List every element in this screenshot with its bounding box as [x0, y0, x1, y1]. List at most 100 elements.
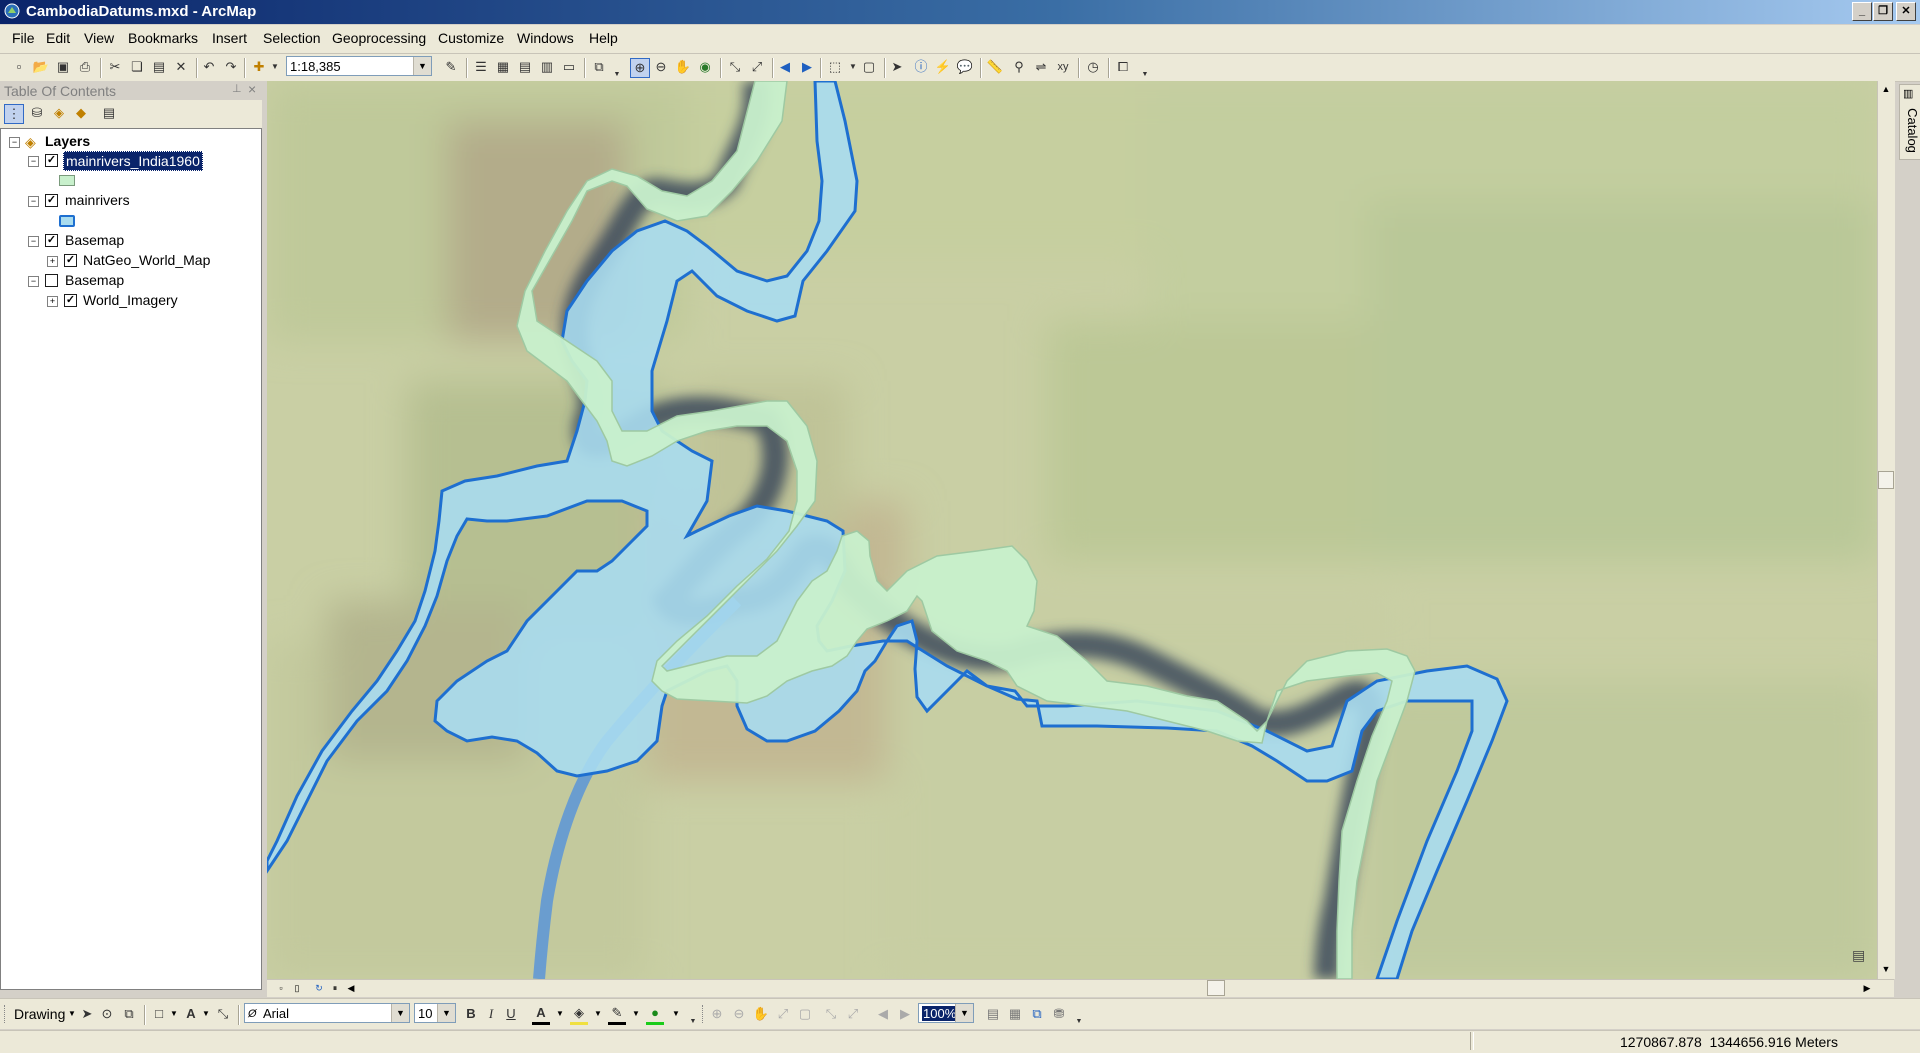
html-popup-icon[interactable]: 💬: [956, 58, 974, 76]
layout-zoom-in-icon[interactable]: ⊕: [708, 1005, 726, 1023]
collapse-layer-icon[interactable]: −: [28, 236, 39, 247]
select-elements-arrow-icon[interactable]: ➤: [888, 58, 906, 76]
map-canvas[interactable]: ▤: [267, 81, 1877, 979]
table-of-contents-icon[interactable]: ☰: [472, 58, 490, 76]
rectangle-tool-icon[interactable]: □: [150, 1005, 168, 1023]
create-viewer-window-icon[interactable]: ⧠: [1114, 58, 1132, 76]
menu-insert[interactable]: Insert: [212, 30, 247, 46]
chevron-down-icon[interactable]: ▼: [437, 1004, 455, 1022]
font-name-combo[interactable]: Ø Arial ▼: [244, 1003, 410, 1023]
layer-symbol-swatch[interactable]: [59, 175, 75, 186]
model-builder-icon[interactable]: ⧉: [590, 58, 608, 76]
chevron-down-icon[interactable]: ▼: [672, 1009, 680, 1018]
identify-icon[interactable]: ⓘ: [912, 58, 930, 76]
open-folder-icon[interactable]: 📂: [32, 58, 50, 76]
line-color-icon[interactable]: ✎: [608, 1004, 626, 1025]
python-window-icon[interactable]: ▭: [560, 58, 578, 76]
pause-drawing-icon[interactable]: ⏸: [327, 980, 343, 996]
menu-geoprocessing[interactable]: Geoprocessing: [332, 30, 426, 46]
menu-edit[interactable]: Edit: [46, 30, 70, 46]
scroll-right-arrow-icon[interactable]: ▶: [1859, 980, 1875, 996]
menu-bookmarks[interactable]: Bookmarks: [128, 30, 198, 46]
fixed-zoom-out-icon[interactable]: ⤢: [748, 58, 766, 76]
map-vertical-scrollbar[interactable]: ▲ ▼: [1877, 81, 1895, 979]
sublayer-name-natgeo[interactable]: NatGeo_World_Map: [83, 251, 210, 269]
collapse-layer-icon[interactable]: −: [28, 276, 39, 287]
new-document-icon[interactable]: ▫: [10, 58, 28, 76]
pan-hand-icon[interactable]: ✋: [674, 58, 692, 76]
chevron-down-icon[interactable]: ▼: [170, 1009, 178, 1018]
layer-name-mainrivers[interactable]: mainrivers: [65, 191, 130, 209]
time-slider-icon[interactable]: ◷: [1084, 58, 1102, 76]
drawing-menu[interactable]: Drawing: [14, 1006, 65, 1022]
measure-icon[interactable]: 📏: [986, 58, 1004, 76]
save-icon[interactable]: ▣: [54, 58, 72, 76]
map-tips-icon[interactable]: ▤: [1852, 947, 1865, 964]
layer-name-mainrivers-india1960[interactable]: mainrivers_India1960: [63, 151, 203, 171]
redo-icon[interactable]: ↷: [222, 58, 240, 76]
pin-icon[interactable]: ⊥: [232, 82, 242, 95]
go-to-xy-icon[interactable]: xy: [1054, 58, 1072, 76]
cut-icon[interactable]: ✂: [106, 58, 124, 76]
menu-selection[interactable]: Selection: [263, 30, 321, 46]
layer-name-basemap[interactable]: Basemap: [65, 231, 124, 249]
back-arrow-icon[interactable]: ◀: [776, 58, 794, 76]
list-by-source-icon[interactable]: ⛁: [28, 104, 46, 122]
editor-toolbar-icon[interactable]: ✎: [442, 58, 460, 76]
layout-zoom-out-icon[interactable]: ⊖: [730, 1005, 748, 1023]
collapse-layer-icon[interactable]: −: [28, 156, 39, 167]
font-size-combo[interactable]: 10 ▼: [414, 1003, 456, 1023]
close-button[interactable]: ✕: [1896, 2, 1916, 21]
arctoolbox-icon[interactable]: ▥: [538, 58, 556, 76]
find-binoculars-icon[interactable]: ⚲: [1010, 58, 1028, 76]
bold-button[interactable]: B: [462, 1005, 480, 1023]
scroll-left-arrow-icon[interactable]: ◀: [343, 980, 359, 996]
zoom-to-elements-icon[interactable]: ⧉: [120, 1005, 138, 1023]
chevron-down-icon[interactable]: ▼: [556, 1009, 564, 1018]
map-horizontal-scrollbar[interactable]: ▫ ▯ ↻ ⏸ ◀ ▶: [267, 979, 1894, 997]
edit-vertices-icon[interactable]: ⤡: [214, 1005, 232, 1023]
chevron-down-icon[interactable]: ▼: [632, 1009, 640, 1018]
toolbar-overflow-icon[interactable]: ▼: [684, 1013, 702, 1031]
forward-arrow-icon[interactable]: ▶: [798, 58, 816, 76]
copy-icon[interactable]: ❏: [128, 58, 146, 76]
list-by-selection-icon[interactable]: ◆: [72, 104, 90, 122]
collapse-layer-icon[interactable]: −: [28, 196, 39, 207]
zoom-100-percent-icon[interactable]: ▢: [796, 1005, 814, 1023]
hyperlink-icon[interactable]: ⚡: [934, 58, 952, 76]
sublayer-visibility-checkbox[interactable]: ✓: [64, 254, 77, 267]
menu-help[interactable]: Help: [589, 30, 618, 46]
scroll-down-arrow-icon[interactable]: ▼: [1878, 961, 1894, 977]
toolbar-overflow-icon[interactable]: ▼: [1070, 1013, 1088, 1031]
zoom-out-icon[interactable]: ⊖: [652, 58, 670, 76]
fill-color-icon[interactable]: ◈: [570, 1004, 588, 1025]
go-forward-extent-icon[interactable]: ▶: [896, 1005, 914, 1023]
italic-button[interactable]: I: [482, 1005, 500, 1023]
select-elements-arrow-icon[interactable]: ➤: [78, 1005, 96, 1023]
layer-visibility-checkbox[interactable]: ✓: [45, 234, 58, 247]
clear-selection-icon[interactable]: ▢: [860, 58, 878, 76]
find-route-icon[interactable]: ⇌: [1032, 58, 1050, 76]
full-extent-globe-icon[interactable]: ◉: [696, 58, 714, 76]
list-by-drawing-order-icon[interactable]: ⋮: [4, 104, 24, 124]
fixed-zoom-out-layout-icon[interactable]: ⤢: [844, 1005, 862, 1023]
search-window-icon[interactable]: ▤: [516, 58, 534, 76]
layer-visibility-checkbox[interactable]: ✓: [45, 154, 58, 167]
catalog-window-icon[interactable]: ▦: [494, 58, 512, 76]
change-layout-icon[interactable]: ⧉: [1028, 1005, 1046, 1023]
menu-file[interactable]: File: [12, 30, 35, 46]
chevron-down-icon[interactable]: ▼: [266, 58, 284, 76]
undo-icon[interactable]: ↶: [200, 58, 218, 76]
scroll-up-arrow-icon[interactable]: ▲: [1878, 81, 1894, 97]
data-driven-pages-icon[interactable]: ⛃: [1050, 1005, 1068, 1023]
list-by-visibility-icon[interactable]: ◈: [50, 104, 68, 122]
layout-zoom-combo[interactable]: 100% ▼: [918, 1003, 974, 1023]
layers-root-label[interactable]: Layers: [45, 132, 90, 150]
options-icon[interactable]: ▤: [100, 104, 118, 122]
close-icon[interactable]: ×: [248, 81, 256, 97]
underline-button[interactable]: U: [502, 1005, 520, 1023]
layer-name-basemap[interactable]: Basemap: [65, 271, 124, 289]
sublayer-visibility-checkbox[interactable]: ✓: [64, 294, 77, 307]
marker-color-icon[interactable]: ●: [646, 1004, 664, 1025]
zoom-in-icon[interactable]: ⊕: [630, 58, 650, 78]
